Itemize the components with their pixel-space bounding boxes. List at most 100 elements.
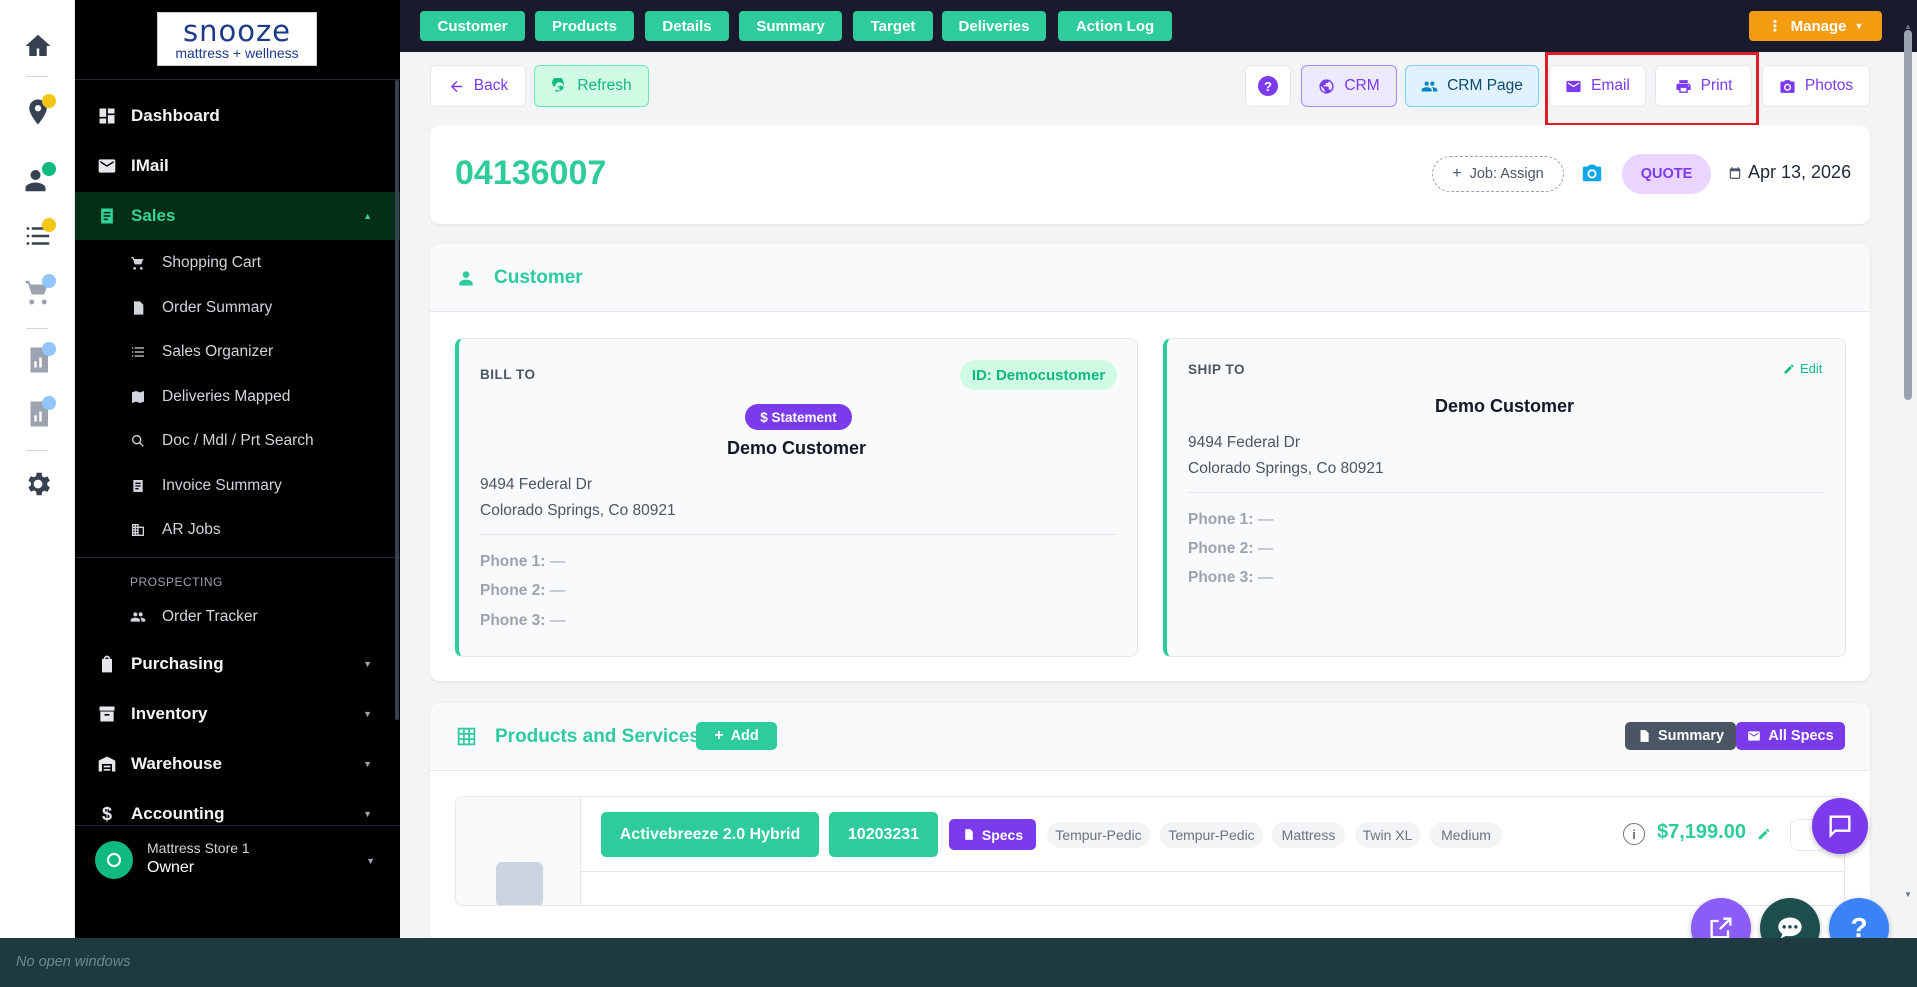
job-assign-button[interactable]: + Job: Assign <box>1432 156 1564 192</box>
add-label: Add <box>730 728 759 744</box>
tab-customer[interactable]: Customer <box>420 11 525 41</box>
brand-logo[interactable]: snooze mattress + wellness <box>157 12 317 66</box>
sidebar-divider <box>75 557 400 558</box>
scroll-down-icon[interactable]: ▼ <box>1904 890 1912 899</box>
sidebar-sub-sales-organizer[interactable]: Sales Organizer <box>75 332 400 372</box>
tab-action-log[interactable]: Action Log <box>1058 11 1172 41</box>
feedback-fab[interactable] <box>1812 798 1868 854</box>
search-icon <box>130 433 146 449</box>
product-tag: Tempur-Pedic <box>1160 822 1263 848</box>
refresh-label: Refresh <box>577 77 632 94</box>
status-badge: QUOTE <box>1622 154 1711 194</box>
sidebar-item-warehouse[interactable]: Warehouse ▼ <box>75 740 400 788</box>
sidebar-item-label: Warehouse <box>131 754 223 773</box>
sidebar-item-dashboard[interactable]: Dashboard <box>75 92 400 140</box>
sidebar-item-label: Dashboard <box>131 106 220 125</box>
arrow-left-icon <box>450 80 462 92</box>
badge-icon <box>42 218 56 232</box>
photos-button[interactable]: Photos <box>1762 65 1870 107</box>
avatar <box>95 841 133 879</box>
tab-target[interactable]: Target <box>853 11 933 41</box>
sidebar-sub-invoice-summary[interactable]: Invoice Summary <box>75 466 400 506</box>
sidebar-sub-order-tracker[interactable]: Order Tracker <box>75 597 400 637</box>
sidebar-sub-ar-jobs[interactable]: AR Jobs <box>75 510 400 550</box>
crm-page-button[interactable]: CRM Page <box>1405 65 1539 107</box>
manage-button[interactable]: ⋮ Manage ▼ <box>1749 11 1882 41</box>
sidebar-sub-doc-search[interactable]: Doc / Mdl / Prt Search <box>75 421 400 461</box>
taskbar: No open windows <box>0 938 1917 987</box>
customer-section-title: Customer <box>494 266 583 288</box>
statement-button[interactable]: $ Statement <box>745 404 852 430</box>
document-icon <box>130 300 146 316</box>
scrollbar-thumb[interactable] <box>1904 30 1912 400</box>
refresh-button[interactable]: Refresh <box>534 65 649 107</box>
back-button[interactable]: Back <box>430 65 526 107</box>
page-scrollbar[interactable]: ▲ ▼ <box>1902 22 1912 902</box>
summary-label: Summary <box>1657 728 1725 744</box>
product-image[interactable] <box>456 797 581 905</box>
chevron-up-icon: ▲ <box>363 211 372 221</box>
home-icon[interactable] <box>18 26 58 66</box>
sidebar-item-label: Purchasing <box>131 654 224 673</box>
archive-icon <box>97 704 117 724</box>
specs-button[interactable]: Specs <box>949 819 1036 850</box>
sidebar-item-purchasing[interactable]: Purchasing ▼ <box>75 640 400 688</box>
back-label: Back <box>473 77 509 94</box>
chevron-down-icon: ▼ <box>363 659 372 669</box>
location-pin-icon[interactable] <box>18 92 58 132</box>
shopping-bag-icon <box>97 654 117 674</box>
report-icon[interactable] <box>18 394 58 434</box>
product-tag: Medium <box>1430 822 1502 848</box>
camera-icon[interactable] <box>1580 162 1604 184</box>
manage-label: Manage <box>1790 17 1847 35</box>
cart-icon[interactable] <box>18 272 58 312</box>
product-sku-button[interactable]: 10203231 <box>829 812 938 857</box>
checklist-icon[interactable] <box>18 216 58 256</box>
divider <box>580 871 1845 872</box>
sidebar-sub-order-summary[interactable]: Order Summary <box>75 288 400 328</box>
sidebar-item-imail[interactable]: IMail <box>75 142 400 190</box>
phone-label: Phone 2: <box>1188 540 1254 557</box>
sidebar-divider <box>75 79 400 80</box>
add-user-icon[interactable] <box>18 160 58 200</box>
sidebar-sub-deliveries-mapped[interactable]: Deliveries Mapped <box>75 377 400 417</box>
clock-badge-icon <box>42 342 56 356</box>
help-button[interactable]: ? <box>1245 65 1291 107</box>
highlight-annotation <box>1545 52 1759 126</box>
sidebar-item-inventory[interactable]: Inventory ▼ <box>75 690 400 738</box>
refresh-icon <box>552 77 565 91</box>
chevron-down-icon: ▼ <box>366 856 375 866</box>
building-icon <box>130 522 146 538</box>
sidebar-item-sales[interactable]: Sales ▲ <box>75 192 400 240</box>
summary-button[interactable]: Summary <box>1625 722 1736 750</box>
ship-to-edit-link[interactable]: Edit <box>1783 361 1822 376</box>
crm-button[interactable]: CRM <box>1301 65 1397 107</box>
sidebar-scrollbar[interactable] <box>395 80 399 720</box>
product-name-button[interactable]: Activebreeze 2.0 Hybrid <box>601 812 819 857</box>
tab-summary[interactable]: Summary <box>739 11 842 41</box>
tab-deliveries[interactable]: Deliveries <box>942 11 1046 41</box>
pencil-icon[interactable] <box>1757 827 1771 841</box>
people-icon <box>130 609 146 625</box>
kebab-icon: ⋮ <box>1767 18 1783 35</box>
section-label-prospecting: PROSPECTING <box>130 575 223 589</box>
customer-id-badge[interactable]: ID: Democustomer <box>960 360 1117 390</box>
add-product-button[interactable]: + Add <box>696 722 777 750</box>
people-icon <box>1421 81 1438 91</box>
chat-icon <box>1829 815 1851 839</box>
tab-products[interactable]: Products <box>535 11 634 41</box>
map-icon <box>130 389 146 405</box>
phone-value: — <box>1257 540 1274 557</box>
sidebar: snooze mattress + wellness Dashboard IMa… <box>75 0 400 938</box>
user-menu[interactable]: Mattress Store 1 Owner ▼ <box>75 825 400 891</box>
gear-icon[interactable] <box>18 464 58 504</box>
document-icon <box>1640 730 1649 742</box>
sidebar-sub-shopping-cart[interactable]: Shopping Cart <box>75 243 400 283</box>
logo-main-text: snooze <box>182 14 292 48</box>
product-price: $7,199.00 <box>1657 821 1746 843</box>
all-specs-button[interactable]: All Specs <box>1736 722 1845 750</box>
report-icon[interactable] <box>18 340 58 380</box>
tab-details[interactable]: Details <box>645 11 729 41</box>
info-icon[interactable]: i <box>1623 823 1645 845</box>
ship-to-box <box>1163 338 1846 657</box>
